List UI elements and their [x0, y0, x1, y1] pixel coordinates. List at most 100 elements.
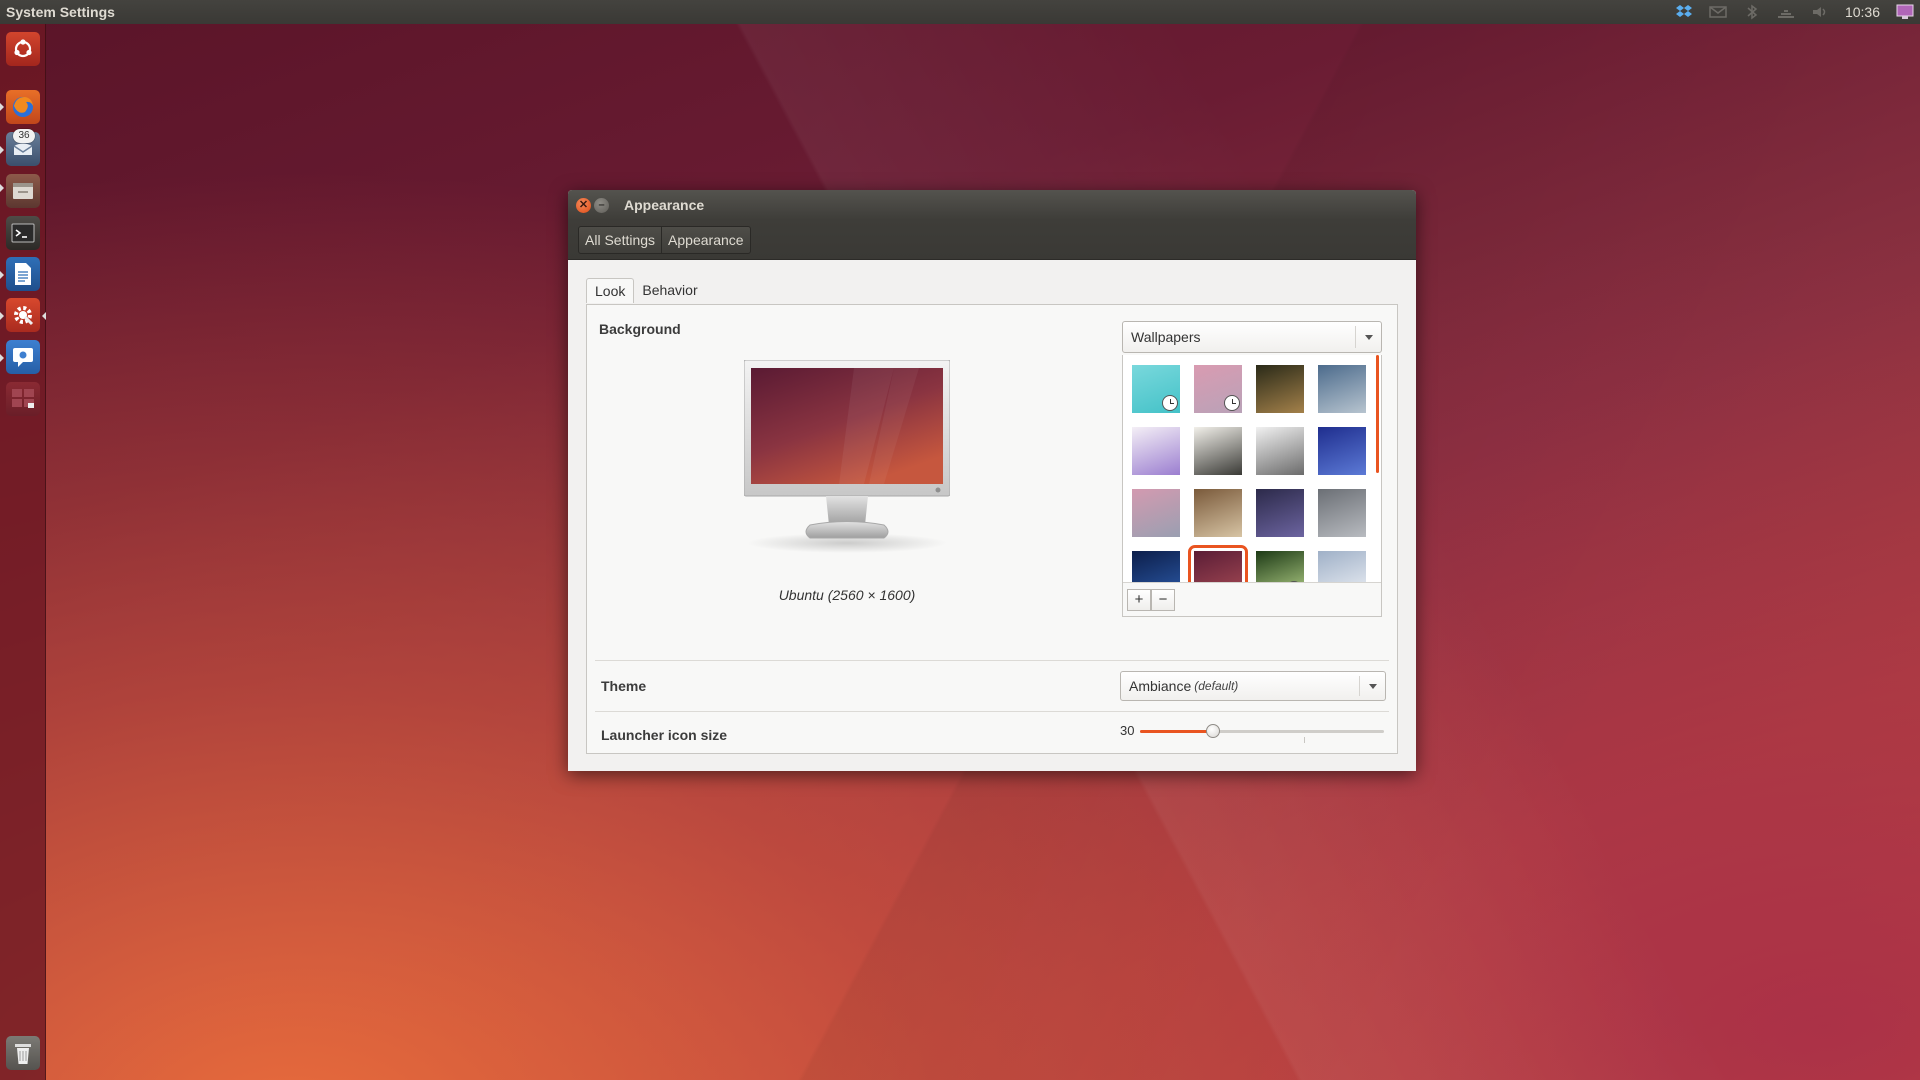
running-indicator: [0, 312, 4, 320]
terminal-icon: [11, 223, 35, 243]
wallpaper-image: [1318, 365, 1366, 413]
wallpaper-image: [1256, 427, 1304, 475]
close-icon: ✕: [578, 198, 589, 211]
workspace-switcher-icon: [12, 389, 34, 408]
trash-launcher[interactable]: [6, 1036, 40, 1070]
minimize-button[interactable]: –: [594, 197, 609, 213]
running-indicator: [0, 184, 4, 192]
mail-client-launcher[interactable]: 36: [6, 129, 40, 166]
volume-icon[interactable]: [1811, 4, 1829, 20]
launcher: 36: [0, 24, 46, 1080]
chevron-down-icon: [1359, 676, 1385, 696]
wallpaper-grid: [1131, 364, 1367, 605]
tab-bar: Look Behavior: [586, 278, 706, 303]
background-label: Background: [599, 321, 681, 337]
window-title: Appearance: [624, 197, 705, 213]
indicator-area: 10:36: [1675, 4, 1914, 20]
mail-tray-icon[interactable]: [1709, 4, 1727, 20]
focused-indicator: [42, 312, 46, 320]
wallpaper-thumbnail[interactable]: [1131, 488, 1181, 538]
window-titlebar[interactable]: ✕ – Appearance: [568, 190, 1416, 220]
tab-look[interactable]: Look: [586, 278, 635, 303]
wallpaper-thumbnail[interactable]: [1193, 364, 1243, 414]
clock[interactable]: 10:36: [1845, 4, 1880, 20]
network-icon[interactable]: [1777, 4, 1795, 20]
breadcrumb: All Settings Appearance: [578, 225, 751, 254]
wallpaper-image: [1318, 427, 1366, 475]
running-indicator: [0, 271, 4, 279]
wallpaper-image: [1194, 489, 1242, 537]
theme-default-note: (default): [1194, 679, 1239, 693]
slideshow-clock-icon: [1224, 395, 1240, 411]
remove-wallpaper-button[interactable]: −: [1151, 589, 1175, 611]
session-icon[interactable]: [1896, 4, 1914, 20]
files-launcher[interactable]: [6, 174, 40, 208]
wallpaper-thumbnail[interactable]: [1255, 488, 1305, 538]
chat-icon: [13, 348, 33, 367]
top-panel: System Settings 10:36: [0, 0, 1920, 24]
dash-home-button[interactable]: [6, 32, 40, 66]
unread-count-badge: 36: [13, 129, 35, 143]
running-indicator: [0, 103, 4, 111]
chevron-down-icon: [1355, 326, 1381, 348]
slideshow-clock-icon: [1162, 395, 1178, 411]
panel-app-title: System Settings: [6, 4, 115, 20]
running-indicator: [0, 354, 4, 362]
gallery-scrollbar[interactable]: [1376, 355, 1379, 473]
gallery-toolbar: + −: [1123, 582, 1381, 616]
file-manager-icon: [13, 183, 33, 199]
wallpaper-image: [1132, 489, 1180, 537]
theme-dropdown[interactable]: Ambiance (default): [1120, 671, 1386, 701]
trash-icon: [15, 1044, 31, 1064]
wallpaper-image: [1256, 365, 1304, 413]
slider-tick: [1304, 737, 1305, 743]
breadcrumb-all-settings[interactable]: All Settings: [579, 227, 661, 253]
wallpaper-image: [1318, 489, 1366, 537]
separator: [595, 660, 1389, 661]
look-pane: Background Ubuntu (2560 × 1600) Wallpape…: [586, 304, 1398, 754]
appearance-window: ✕ – Appearance All Settings Appearance L…: [568, 190, 1416, 771]
wallpaper-preview: [744, 360, 950, 553]
ubuntu-logo-icon: [14, 39, 32, 58]
minimize-icon: –: [598, 198, 605, 211]
add-wallpaper-button[interactable]: +: [1127, 589, 1151, 611]
running-indicator: [0, 146, 4, 154]
separator: [595, 711, 1389, 712]
breadcrumb-appearance[interactable]: Appearance: [661, 226, 750, 253]
wallpaper-thumbnail[interactable]: [1317, 488, 1367, 538]
slider-track[interactable]: [1140, 724, 1384, 738]
slider-fill: [1140, 730, 1214, 733]
terminal-launcher[interactable]: [6, 216, 40, 250]
slider-handle[interactable]: [1206, 724, 1221, 738]
wallpaper-thumbnail[interactable]: [1255, 426, 1305, 476]
wallpaper-thumbnail[interactable]: [1317, 426, 1367, 476]
launcher-icon-size-slider[interactable]: 30: [1120, 721, 1384, 743]
wallpaper-thumbnail[interactable]: [1131, 426, 1181, 476]
launcher-icon-size-label: Launcher icon size: [601, 727, 728, 743]
window-content: Look Behavior Background Ubuntu (2560 × …: [568, 260, 1416, 771]
bluetooth-icon[interactable]: [1743, 4, 1761, 20]
wallpaper-thumbnail[interactable]: [1131, 364, 1181, 414]
messaging-launcher[interactable]: [6, 340, 40, 374]
slider-value: 30: [1120, 723, 1135, 738]
writer-launcher[interactable]: [6, 257, 40, 291]
settings-toolbar: All Settings Appearance: [568, 220, 1416, 260]
wallpaper-thumbnail[interactable]: [1317, 364, 1367, 414]
wallpaper-thumbnail[interactable]: [1255, 364, 1305, 414]
wallpaper-source-value: Wallpapers: [1131, 329, 1201, 345]
system-settings-launcher[interactable]: [6, 298, 40, 332]
dropbox-icon[interactable]: [1675, 4, 1693, 20]
wallpaper-thumbnail[interactable]: [1193, 488, 1243, 538]
wallpaper-image: [1194, 427, 1242, 475]
close-button[interactable]: ✕: [576, 197, 591, 213]
workspace-switcher-launcher[interactable]: [6, 382, 40, 416]
firefox-launcher[interactable]: [6, 90, 40, 124]
tab-behavior[interactable]: Behavior: [634, 278, 705, 303]
wallpaper-source-dropdown[interactable]: Wallpapers: [1122, 321, 1382, 353]
theme-label: Theme: [601, 678, 647, 694]
wallpaper-thumbnail[interactable]: [1193, 426, 1243, 476]
settings-icon: [14, 306, 34, 326]
wallpaper-gallery: + −: [1122, 355, 1382, 617]
wallpaper-image: [1256, 489, 1304, 537]
theme-value: Ambiance: [1129, 678, 1192, 694]
